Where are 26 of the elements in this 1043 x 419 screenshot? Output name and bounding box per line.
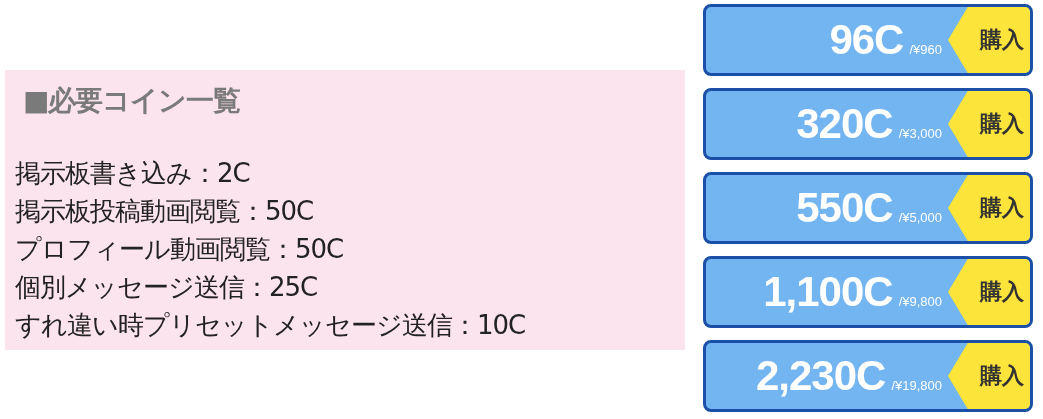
price-label: /¥960: [909, 42, 942, 57]
price-label: /¥3,000: [898, 126, 942, 141]
buy-tag: 購入: [948, 7, 1030, 73]
purchase-button[interactable]: 550C/¥5,000 購入: [703, 172, 1033, 244]
buy-tag: 購入: [948, 259, 1030, 325]
cost-line: 掲示板書き込み：2C: [15, 156, 251, 190]
coin-amount: 96C: [829, 16, 904, 64]
cost-line: 掲示板投稿動画閲覧：50C: [15, 194, 315, 228]
cost-line: すれ違い時プリセットメッセージ送信：10C: [15, 308, 527, 342]
buy-tag: 購入: [948, 343, 1030, 409]
coin-amount: 550C: [796, 184, 893, 232]
buy-tag: 購入: [948, 175, 1030, 241]
price-label: /¥9,800: [898, 294, 942, 309]
purchase-button[interactable]: 2,230C/¥19,800 購入: [703, 340, 1033, 412]
coin-amount: 320C: [796, 100, 893, 148]
cost-line: プロフィール動画閲覧：50C: [15, 232, 345, 266]
purchase-button[interactable]: 1,100C/¥9,800 購入: [703, 256, 1033, 328]
cost-line: 個別メッセージ送信：25C: [15, 270, 319, 304]
coin-amount: 2,230C: [755, 352, 886, 400]
purchase-button[interactable]: 96C/¥960 購入: [703, 4, 1033, 76]
buy-tag: 購入: [948, 91, 1030, 157]
section-title: ■必要コイン一覧: [23, 82, 242, 119]
price-label: /¥19,800: [891, 378, 942, 393]
price-label: /¥5,000: [898, 210, 942, 225]
purchase-button[interactable]: 320C/¥3,000 購入: [703, 88, 1033, 160]
coin-amount: 1,100C: [763, 268, 893, 316]
